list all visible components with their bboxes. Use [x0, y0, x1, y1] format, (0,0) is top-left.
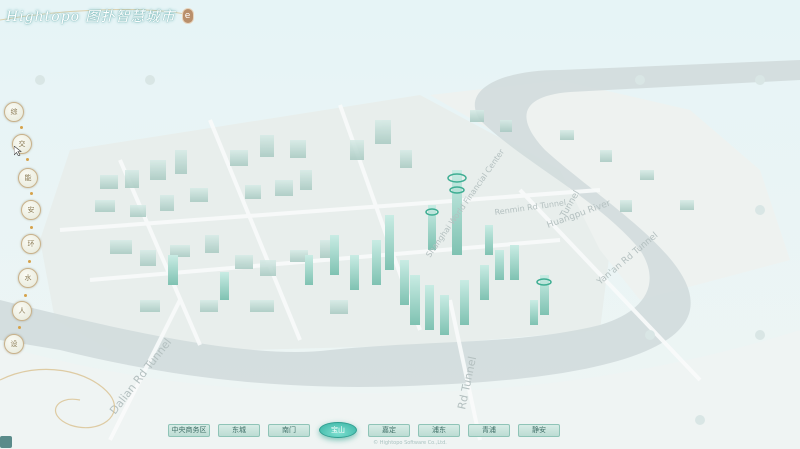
side-nav-item-6[interactable]: 水 — [18, 268, 38, 288]
title-badge[interactable]: e — [181, 8, 194, 24]
side-nav-dot — [30, 192, 33, 195]
tab-qingpu[interactable]: 青浦 — [468, 424, 510, 437]
side-nav-dot — [30, 226, 33, 229]
side-nav-item-3[interactable]: 能 — [18, 168, 38, 188]
cursor-icon — [14, 146, 22, 156]
side-nav-item-label: 环 — [27, 240, 35, 248]
app-title: Hightopo 图扑智慧城市 — [6, 9, 176, 25]
side-nav-item-8[interactable]: 设 — [4, 334, 24, 354]
side-nav-item-1[interactable]: 综 — [4, 102, 24, 122]
tab-pudong[interactable]: 浦东 — [418, 424, 460, 437]
side-nav-item-label: 人 — [18, 307, 26, 315]
side-nav-item-label: 安 — [27, 206, 35, 214]
side-nav: 综 交 能 安 环 水 人 设 — [0, 96, 60, 366]
app-header: Hightopo 图扑智慧城市 e — [6, 4, 194, 28]
side-nav-dot — [24, 294, 27, 297]
side-nav-dot — [20, 126, 23, 129]
city-3d-map[interactable]: Dalian Rd Tunnel Rd Tunnel Shanghai Worl… — [0, 0, 800, 449]
side-nav-item-label: 水 — [24, 274, 32, 282]
side-nav-item-4[interactable]: 安 — [21, 200, 41, 220]
bottom-tab-bar: 中央商务区 东城 南门 宝山 嘉定 浦东 青浦 静安 — [160, 422, 570, 438]
tab-baoshan[interactable]: 宝山 — [319, 422, 357, 438]
side-nav-item-label: 设 — [10, 340, 18, 348]
corner-button[interactable] — [0, 436, 12, 448]
side-nav-dot — [28, 260, 31, 263]
side-nav-item-label: 综 — [10, 108, 18, 116]
side-nav-item-label: 能 — [24, 174, 32, 182]
tab-dongcheng[interactable]: 东城 — [218, 424, 260, 437]
side-nav-dot — [18, 326, 21, 329]
side-nav-dot — [26, 158, 29, 161]
tab-jingan[interactable]: 静安 — [518, 424, 560, 437]
tab-cbd[interactable]: 中央商务区 — [168, 424, 210, 437]
side-nav-item-5[interactable]: 环 — [21, 234, 41, 254]
footer-copyright: © Hightopo Software Co.,Ltd. — [373, 440, 447, 446]
tab-nanmen[interactable]: 南门 — [268, 424, 310, 437]
side-nav-item-7[interactable]: 人 — [12, 301, 32, 321]
tab-jiading[interactable]: 嘉定 — [368, 424, 410, 437]
